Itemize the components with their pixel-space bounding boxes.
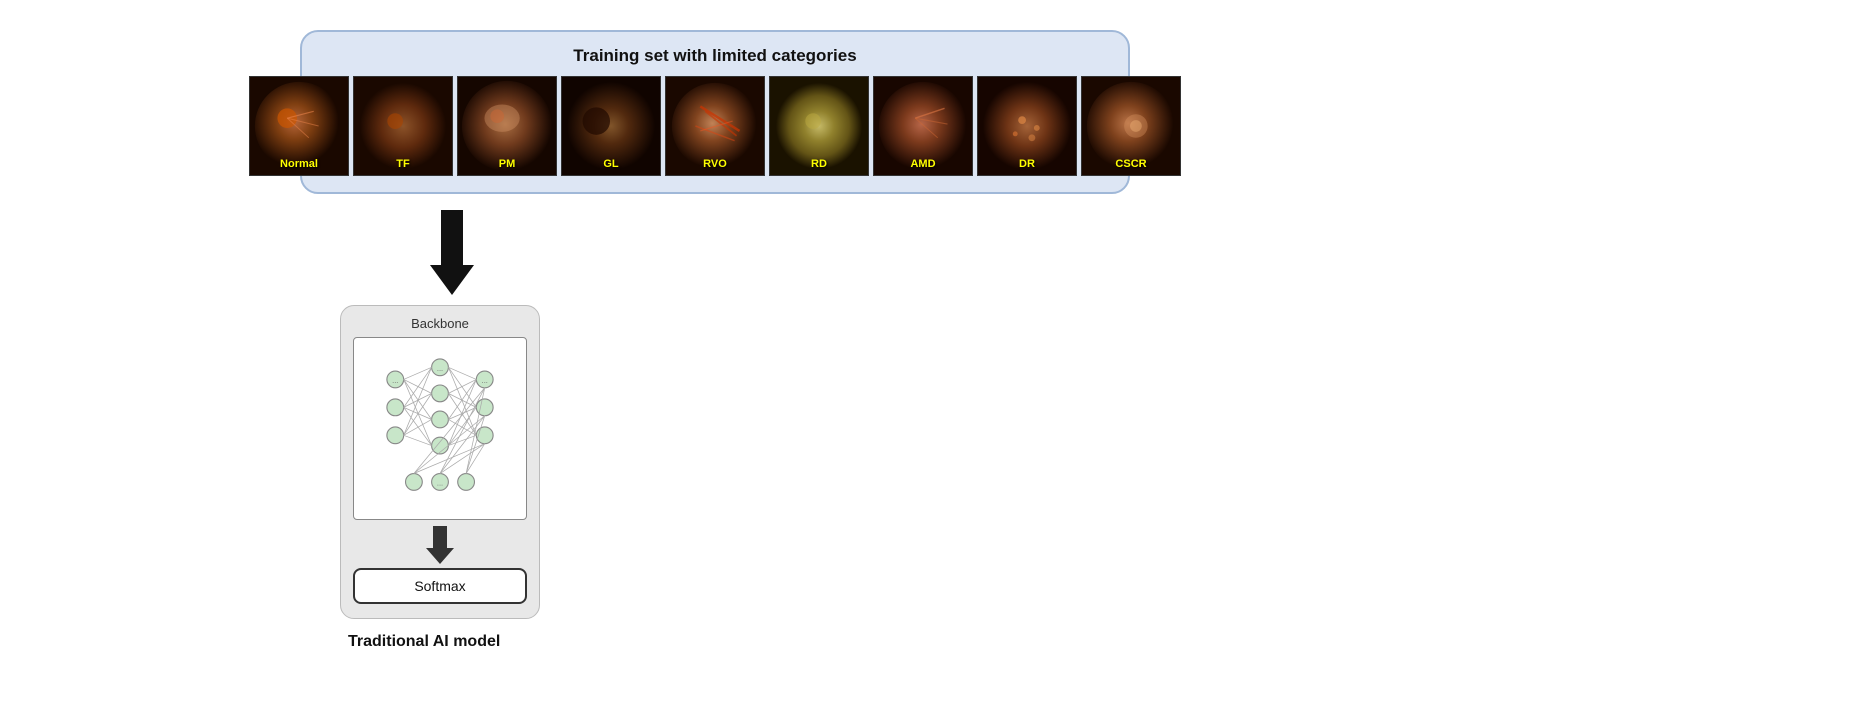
eye-image-pm: PM [457,76,557,176]
eye-image-rvo: RVO [665,76,765,176]
nn-diagram: ... ... ... [358,346,522,506]
arrow-head [430,265,474,295]
eye-image-amd: AMD [873,76,973,176]
svg-text:...: ... [392,376,398,385]
label-gl: GL [603,158,618,170]
eye-image-normal: Normal [249,76,349,176]
backbone-title: Backbone [353,316,527,331]
softmax-label: Softmax [414,578,465,594]
eye-image-tf: TF [353,76,453,176]
backbone-box: Backbone ... ... ... [340,305,540,619]
training-box: Training set with limited categories [300,30,1130,194]
svg-text:...: ... [437,364,443,373]
svg-text:...: ... [437,479,443,488]
training-title: Training set with limited categories [318,46,1112,66]
label-pm: PM [499,158,516,170]
eye-image-dr: DR [977,76,1077,176]
images-row: Normal TF [318,76,1112,176]
label-dr: DR [1019,158,1035,170]
arrow2-shaft [433,526,447,548]
label-amd: AMD [910,158,935,170]
label-rd: RD [811,158,827,170]
softmax-box: Softmax [353,568,527,604]
arrow-down [430,210,474,295]
eye-image-rd: RD [769,76,869,176]
neural-network-box: ... ... ... [353,337,527,520]
arrow-shaft [441,210,463,265]
svg-text:...: ... [482,376,488,385]
eye-image-cscr: CSCR [1081,76,1181,176]
label-normal: Normal [280,158,318,170]
main-container: Training set with limited categories [0,0,1854,720]
label-rvo: RVO [703,158,727,170]
model-label: Traditional AI model [348,633,500,651]
label-tf: TF [396,158,409,170]
eye-image-gl: GL [561,76,661,176]
label-cscr: CSCR [1115,158,1146,170]
arrow2-head [426,548,454,564]
arrow-to-softmax [353,526,527,564]
